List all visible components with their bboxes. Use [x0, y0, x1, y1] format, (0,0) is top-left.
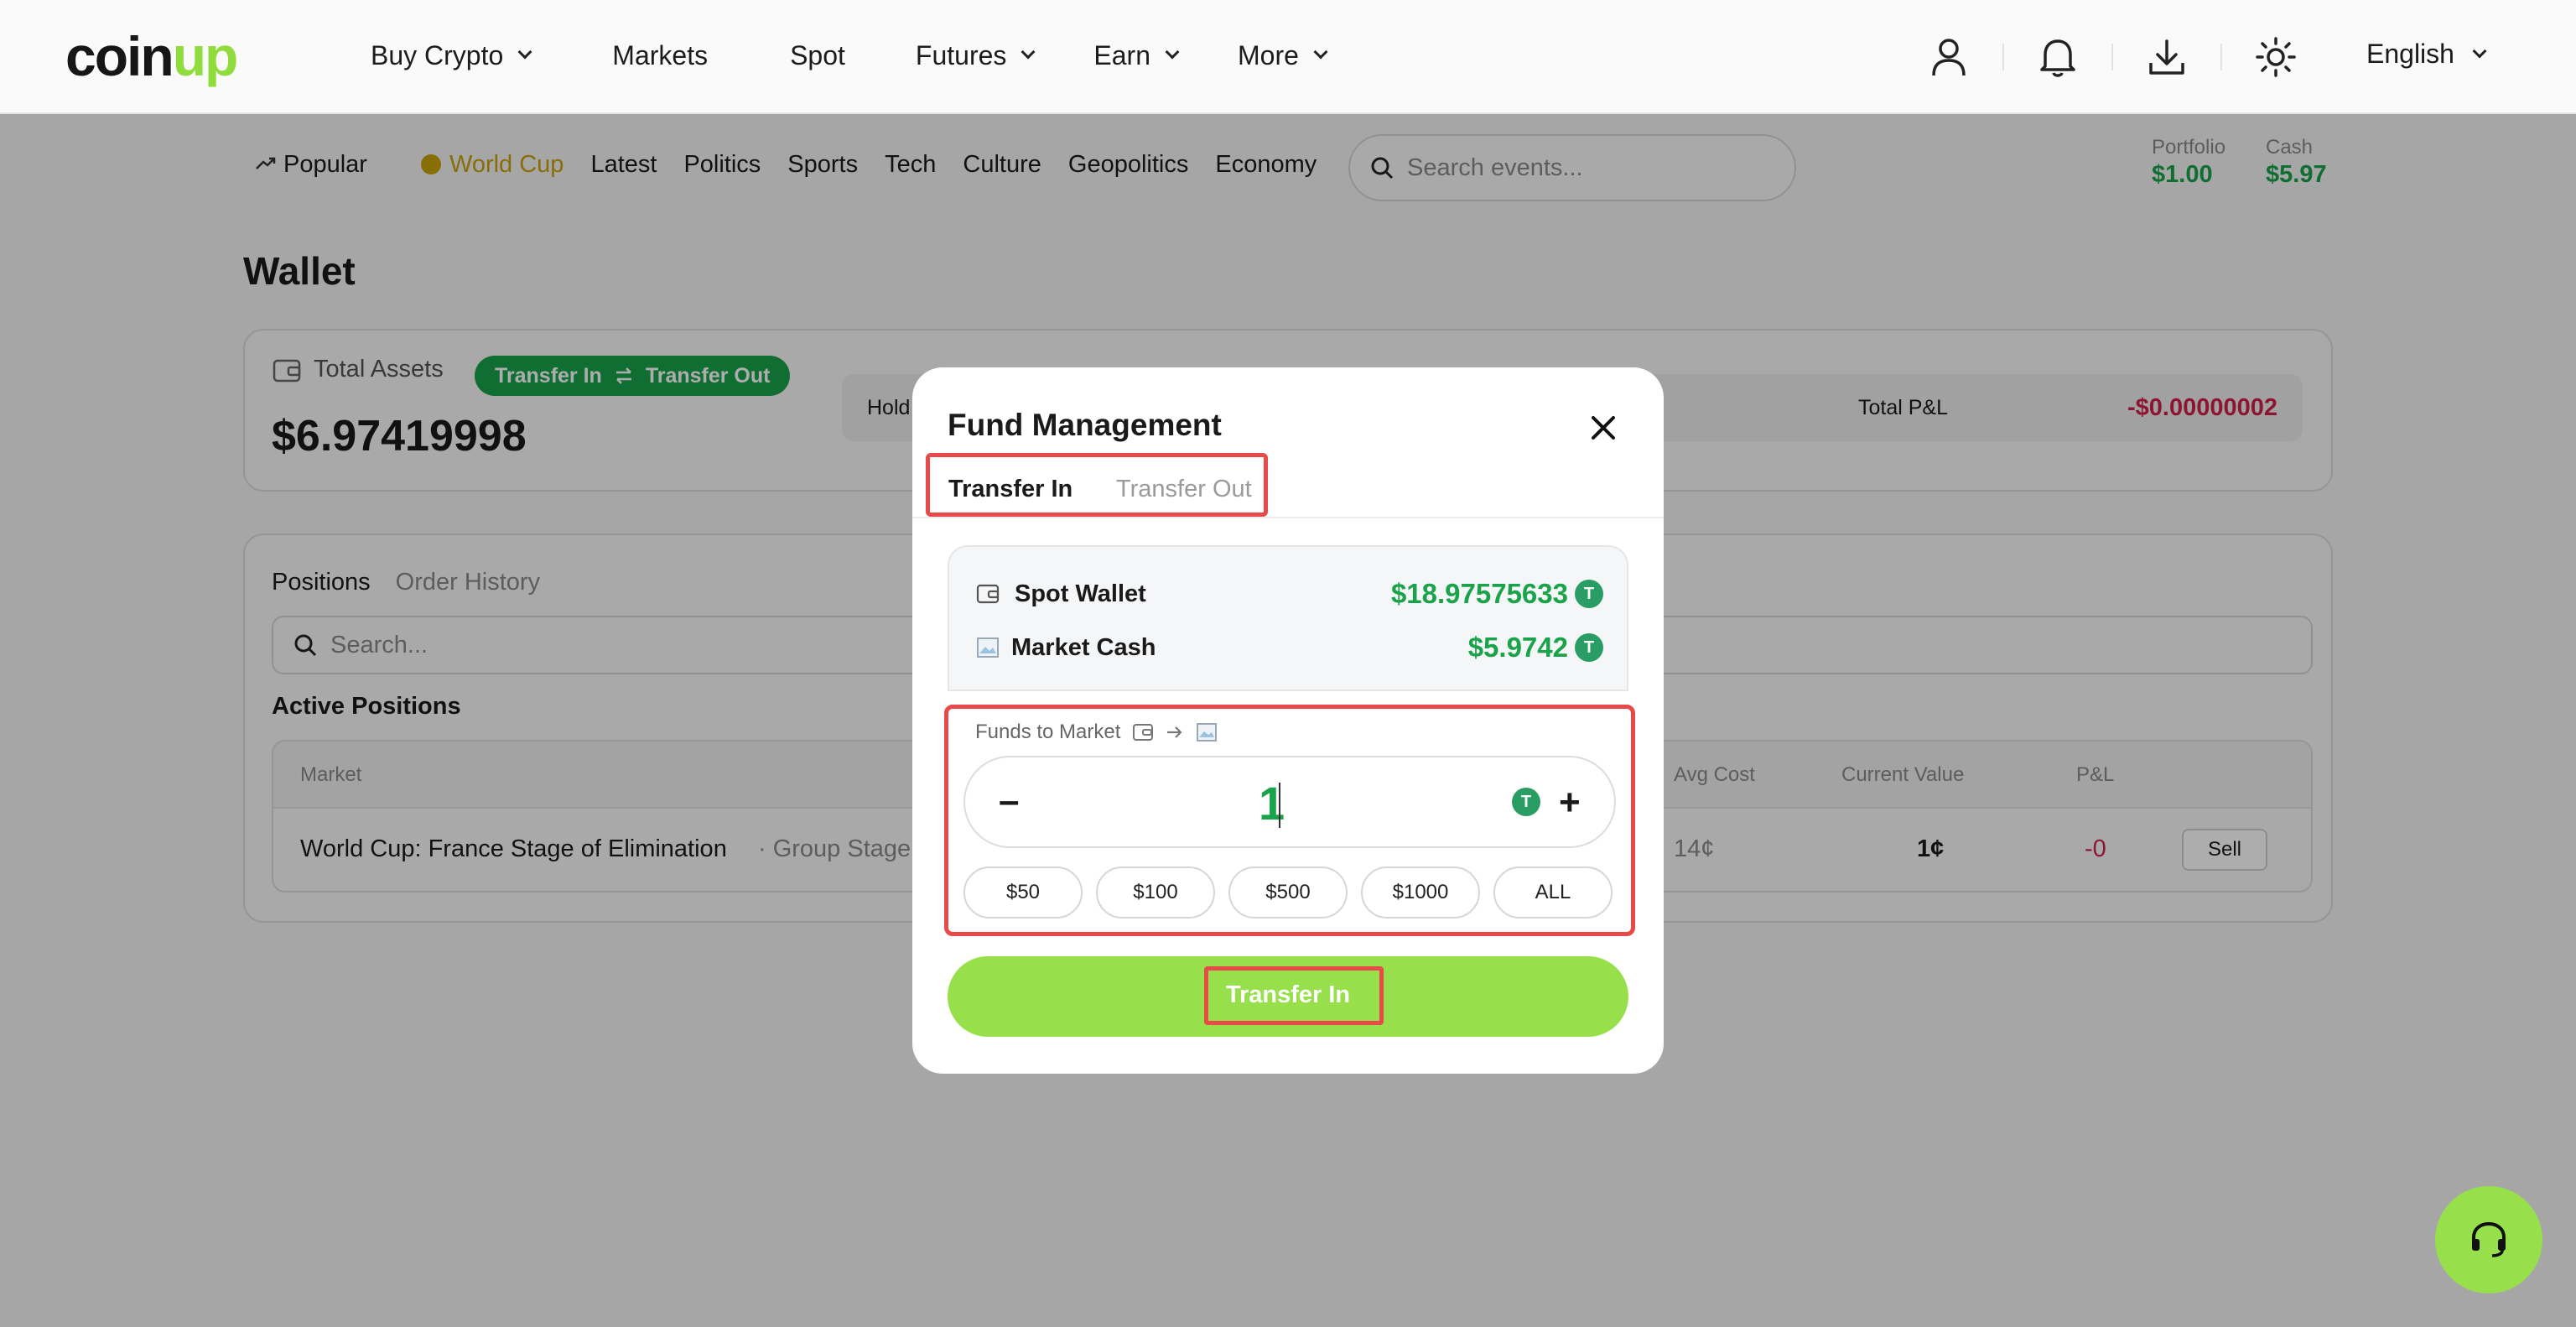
support-button[interactable] [2435, 1186, 2542, 1293]
language-label: English [2366, 39, 2454, 69]
logo-text-accent: up [172, 25, 239, 87]
spot-wallet-amount: $18.97575633 [1390, 578, 1568, 609]
chevron-down-icon [1021, 44, 1036, 60]
token-icon: T [1575, 633, 1603, 662]
nav-futures-label: Futures [915, 39, 1007, 70]
close-icon[interactable] [1585, 409, 1622, 446]
chip-1000[interactable]: $1000 [1361, 866, 1480, 918]
token-icon: T [1512, 788, 1540, 816]
amount-stepper[interactable]: – 1 T + [963, 756, 1616, 848]
top-navigation-bar: coinup Buy Crypto Markets Spot Futures E… [0, 0, 2576, 114]
nav-earn[interactable]: Earn [1093, 39, 1180, 72]
chip-50[interactable]: $50 [963, 866, 1083, 918]
quick-amount-chips: $50 $100 $500 $1000 ALL [963, 866, 1613, 918]
market-cash-row: Market Cash $5.9742 T [976, 629, 1603, 666]
funds-to-market-section: Funds to Market – 1 T + $50 $100 $500 $1… [944, 705, 1635, 936]
headset-icon [2472, 1221, 2506, 1257]
nav-markets[interactable]: Markets [612, 39, 708, 72]
spot-wallet-row: Spot Wallet $18.97575633 T [976, 575, 1603, 612]
chevron-down-icon [517, 44, 532, 60]
image-icon [977, 637, 999, 658]
transfer-in-button-label: Transfer In [1225, 981, 1351, 1008]
nav-more[interactable]: More [1237, 39, 1328, 72]
chip-500[interactable]: $500 [1228, 866, 1348, 918]
spot-wallet-label: Spot Wallet [1015, 580, 1146, 607]
wallet-icon [976, 584, 1000, 604]
modal-divider [912, 517, 1664, 518]
tab-transfer-out[interactable]: Transfer Out [1116, 476, 1252, 503]
transfer-in-button[interactable]: Transfer In [948, 956, 1628, 1037]
decrease-button[interactable]: – [999, 783, 1024, 820]
header-divider [2220, 44, 2222, 70]
main-nav: Buy Crypto Markets Spot Futures Earn Mor… [371, 39, 1328, 72]
funds-to-market-heading: Funds to Market [975, 721, 1218, 744]
header-divider [2002, 44, 2004, 70]
nav-futures[interactable]: Futures [915, 39, 1036, 72]
download-icon[interactable] [2143, 34, 2190, 81]
chevron-down-icon [1313, 44, 1328, 60]
modal-title: Fund Management [948, 408, 1222, 442]
chevron-down-icon [2472, 44, 2487, 58]
sun-icon[interactable] [2252, 34, 2299, 81]
bell-icon[interactable] [2034, 34, 2081, 81]
arrow-right-icon [1167, 726, 1182, 738]
chip-all[interactable]: ALL [1493, 866, 1613, 918]
text-cursor [1279, 783, 1280, 828]
wallet-balances: Spot Wallet $18.97575633 T Market Cash $… [948, 545, 1628, 691]
nav-earn-label: Earn [1093, 39, 1150, 70]
chip-100[interactable]: $100 [1096, 866, 1215, 918]
market-cash-label: Market Cash [1011, 633, 1156, 661]
nav-buy-crypto-label: Buy Crypto [371, 39, 504, 70]
token-icon: T [1575, 580, 1603, 608]
nav-more-label: More [1237, 39, 1299, 70]
language-selector[interactable]: English [2366, 39, 2487, 70]
logo-text-primary: coin [65, 25, 174, 87]
user-icon[interactable] [1925, 34, 1972, 81]
nav-spot-label: Spot [790, 39, 845, 70]
header-divider [2111, 44, 2113, 70]
chevron-down-icon [1165, 44, 1180, 60]
coinup-logo[interactable]: coinup [65, 29, 238, 84]
amount-input[interactable]: 1 [1259, 776, 1285, 830]
transfer-tabs: Transfer In Transfer Out [926, 453, 1268, 517]
nav-spot[interactable]: Spot [790, 39, 845, 72]
fund-management-modal: Fund Management Transfer In Transfer Out… [912, 367, 1664, 1074]
increase-button[interactable]: + [1559, 784, 1581, 821]
nav-buy-crypto[interactable]: Buy Crypto [371, 39, 532, 72]
nav-markets-label: Markets [612, 39, 709, 70]
wallet-icon [1133, 724, 1154, 741]
tab-transfer-in[interactable]: Transfer In [948, 476, 1072, 503]
market-cash-amount: $5.9742 [1467, 632, 1568, 663]
funds-to-market-label: Funds to Market [975, 721, 1121, 743]
image-icon [1197, 723, 1218, 742]
